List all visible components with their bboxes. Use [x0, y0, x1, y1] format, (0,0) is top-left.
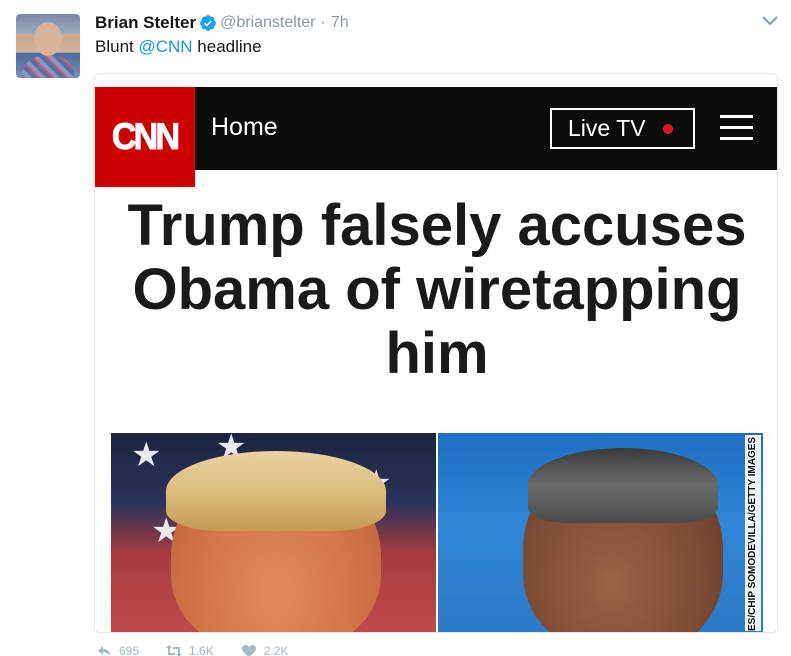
tweet-header: Brian Stelter @brianstelter · 7h	[95, 12, 349, 34]
menu-line	[720, 126, 753, 129]
reply-action[interactable]: 695	[95, 642, 139, 656]
photo-credit: ES/CHIP SOMODEVILLA/GETTY IMAGES	[745, 435, 761, 631]
chevron-down-icon[interactable]	[761, 12, 779, 30]
menu-line	[720, 115, 753, 118]
separator-dot: ·	[320, 14, 326, 31]
cnn-navbar: CNN Home Live TV	[95, 87, 777, 187]
article-photo[interactable]: ★ ★ ★ ★ ES/CHIP SOMODEVILLA/GETTY IMAGES	[111, 433, 763, 632]
menu-icon[interactable]	[720, 115, 753, 141]
photo-trump: ★ ★ ★ ★	[111, 433, 436, 632]
flag-star-icon: ★	[131, 436, 162, 474]
retweet-count: 1.6K	[189, 644, 214, 656]
avatar-face	[34, 22, 62, 56]
photo-obama	[438, 433, 763, 632]
tweet: Brian Stelter @brianstelter · 7h Blunt @…	[0, 0, 791, 656]
tweet-text: Blunt @CNN headline	[95, 37, 262, 57]
like-action[interactable]: 2.2K	[240, 642, 289, 656]
live-indicator-icon	[662, 123, 673, 134]
trump-hair	[166, 451, 386, 531]
avatar[interactable]	[16, 14, 80, 78]
live-tv-label: Live TV	[568, 115, 646, 141]
cnn-logo[interactable]: CNN	[95, 87, 195, 187]
headline-line: Obama of wiretapping	[132, 257, 742, 322]
like-icon	[241, 645, 256, 656]
tweet-actions: 695 1.6K 2.2K	[95, 642, 289, 656]
menu-line	[720, 137, 753, 140]
nav-home[interactable]: Home	[211, 113, 278, 142]
tweet-text-prefix: Blunt	[95, 37, 139, 56]
link-card[interactable]: CNN Home Live TV Trump falsely accuses O…	[94, 73, 778, 633]
tweet-text-suffix: headline	[192, 37, 262, 56]
retweet-icon	[166, 645, 183, 656]
mention-link[interactable]: @CNN	[138, 37, 192, 56]
author-handle[interactable]: @brianstelter	[220, 14, 315, 32]
avatar-shirt	[22, 56, 74, 78]
like-count: 2.2K	[263, 644, 289, 656]
retweet-action[interactable]: 1.6K	[165, 642, 214, 656]
article-headline[interactable]: Trump falsely accuses Obama of wiretappi…	[95, 193, 777, 386]
author-name[interactable]: Brian Stelter	[95, 13, 196, 33]
verified-badge-icon	[199, 14, 217, 32]
tweet-timestamp[interactable]: 7h	[331, 14, 349, 32]
live-tv-button[interactable]: Live TV	[550, 108, 695, 149]
obama-hair	[528, 448, 718, 523]
headline-line: him	[385, 321, 489, 386]
headline-line: Trump falsely accuses	[127, 193, 747, 258]
cnn-logo-text: CNN	[112, 116, 181, 158]
reply-icon	[98, 646, 110, 656]
reply-count: 695	[119, 644, 140, 656]
